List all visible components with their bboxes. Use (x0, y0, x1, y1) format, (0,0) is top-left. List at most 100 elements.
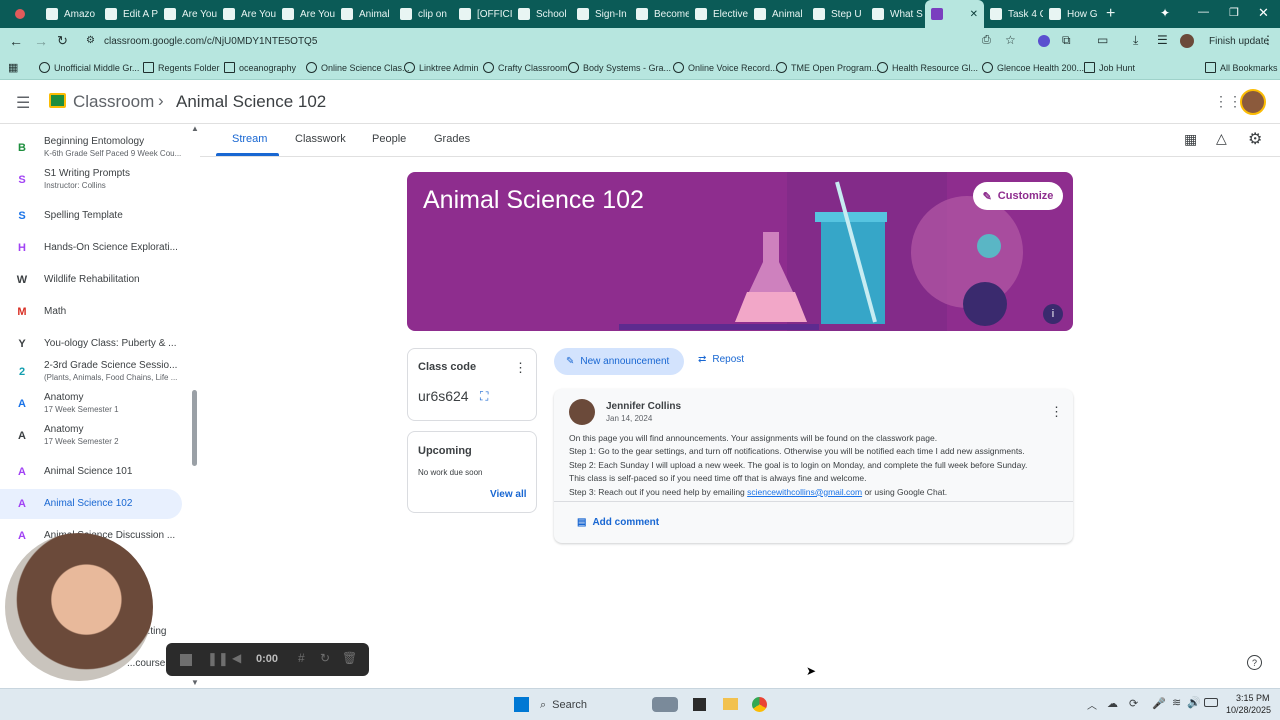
download-icon[interactable]: ⤓ (1133, 33, 1138, 48)
account-avatar[interactable] (1240, 89, 1266, 115)
bookmark-item[interactable]: Health Resource Gl... (877, 62, 978, 73)
classroom-brand[interactable]: Classroom (73, 92, 154, 112)
restore-window-button[interactable]: ❐ (1229, 6, 1239, 19)
scroll-up-icon[interactable]: ▲ (191, 124, 199, 133)
site-info-icon[interactable]: ⚙ (86, 35, 95, 46)
browser-tab[interactable]: clip on (394, 0, 453, 28)
sidebar-class-item[interactable]: W Wildlife Rehabilitation (0, 265, 182, 295)
more-options-icon[interactable]: ⋮ (514, 360, 527, 376)
sidebar-scrollbar[interactable] (192, 390, 197, 466)
bookmark-item[interactable]: Online Science Clas... (306, 62, 410, 73)
settings-gear-icon[interactable]: ⚙ (1248, 129, 1262, 149)
finish-update-button[interactable]: Finish update (1209, 36, 1269, 47)
browser-tab[interactable]: School (512, 0, 571, 28)
browser-menu-icon[interactable] (0, 0, 40, 28)
sidebar-class-item[interactable]: H Hands-On Science Explorati... (0, 233, 182, 263)
sync-icon[interactable]: ⟳ (1129, 697, 1138, 710)
sidebar-class-item[interactable]: B Beginning Entomology K-6th Grade Self Pa… (0, 133, 182, 163)
profile-avatar[interactable] (1180, 34, 1194, 48)
minimize-window-button[interactable]: — (1198, 6, 1209, 18)
browser-tab[interactable]: ✕ (925, 0, 984, 28)
reload-icon[interactable]: ↻ (57, 33, 68, 49)
bookmark-item[interactable]: Job Hunt (1084, 62, 1135, 73)
tab-grades[interactable]: Grades (434, 133, 470, 145)
tab-stream[interactable]: Stream (232, 133, 267, 145)
sidebar-class-item[interactable]: M Math (0, 297, 182, 327)
customize-button[interactable]: ✎ Customize (973, 182, 1063, 210)
url-text[interactable]: classroom.google.com/c/NjU0MDY1NTE5OTQ5 (104, 36, 317, 47)
start-windows-icon[interactable] (514, 697, 529, 712)
mute-icon[interactable]: ◀ (232, 651, 241, 665)
browser-tab[interactable]: What S (866, 0, 925, 28)
microphone-icon[interactable]: 🎤 (1152, 697, 1166, 710)
browser-tab[interactable]: Step U (807, 0, 866, 28)
scroll-down-icon[interactable]: ▼ (191, 678, 199, 687)
close-tab-icon[interactable]: ✕ (970, 9, 978, 20)
help-icon[interactable]: ? (1247, 655, 1262, 670)
bookmark-item[interactable]: All Bookmarks (1205, 62, 1278, 73)
widgets-icon[interactable] (652, 697, 678, 712)
sidebar-class-item[interactable]: Y You-ology Class: Puberty & ... (0, 329, 182, 359)
post-options-icon[interactable]: ⋮ (1050, 404, 1063, 420)
bookmark-item[interactable]: Regents Folder (143, 62, 220, 73)
bookmark-item[interactable]: oceanography (224, 62, 296, 73)
new-announcement-button[interactable]: ✎ New announcement (554, 348, 684, 375)
apps-grid-icon[interactable]: ▦ (8, 61, 18, 74)
browser-tab[interactable]: Become (630, 0, 689, 28)
bookmark-item[interactable]: Body Systems - Gra... (568, 62, 671, 73)
bookmark-star-icon[interactable]: ☆ (1005, 33, 1016, 47)
bookmark-item[interactable]: Linktree Admin (404, 62, 479, 73)
file-explorer-icon[interactable] (723, 698, 738, 710)
cast-icon[interactable]: ▭ (1097, 33, 1108, 47)
gemini-icon[interactable]: ✦ (1160, 6, 1170, 20)
add-comment-button[interactable]: ▤ Add comment (577, 517, 659, 528)
tab-people[interactable]: People (372, 133, 406, 145)
browser-tab[interactable]: Sign-In (571, 0, 630, 28)
bookmark-item[interactable]: Online Voice Record... (673, 62, 778, 73)
view-all-link[interactable]: View all (490, 489, 527, 500)
wifi-icon[interactable]: ≋ (1172, 696, 1181, 709)
tab-classwork[interactable]: Classwork (295, 133, 346, 145)
browser-tab[interactable]: Elective (689, 0, 748, 28)
forward-icon[interactable]: → (34, 33, 48, 49)
email-link[interactable]: sciencewithcollins@gmail.com (747, 487, 862, 497)
sidebar-class-item[interactable]: A Anatomy 17 Week Semester 2 (0, 421, 182, 451)
sidebar-class-item[interactable]: A Anatomy 17 Week Semester 1 (0, 389, 182, 419)
fullscreen-icon[interactable]: ⛶ (480, 389, 488, 404)
classroom-logo[interactable] (49, 93, 66, 108)
extensions-puzzle-icon[interactable]: ⧉ (1062, 33, 1071, 48)
new-tab-button[interactable]: + (1106, 5, 1115, 23)
browser-tab[interactable]: Are You (276, 0, 335, 28)
browser-tab[interactable]: Edit A P (99, 0, 158, 28)
clock-time[interactable]: 3:15 PM (1236, 693, 1270, 703)
task-view-icon[interactable] (693, 698, 706, 711)
webcam-bubble[interactable] (5, 533, 153, 681)
sidebar-class-item[interactable]: 2 2-3rd Grade Science Sessio... (Plants, A… (0, 357, 182, 387)
bookmark-item[interactable]: Unofficial Middle Gr... (39, 62, 139, 73)
sidebar-class-item[interactable]: S S1 Writing Prompts Instructor: Collins (0, 165, 182, 195)
browser-tab[interactable]: Animal (335, 0, 394, 28)
sidebar-class-item[interactable]: A Animal Science 101 (0, 457, 182, 487)
main-menu-icon[interactable]: ☰ (16, 93, 30, 113)
close-window-button[interactable]: ✕ (1258, 5, 1269, 21)
calendar-icon[interactable]: ▦ (1184, 131, 1197, 148)
info-icon[interactable]: i (1043, 304, 1063, 324)
bookmark-item[interactable]: Crafty Classroom (483, 62, 568, 73)
chrome-icon[interactable] (752, 697, 767, 712)
pause-icon[interactable]: ❚❚ (207, 651, 229, 667)
restart-icon[interactable]: ↻ (320, 651, 330, 665)
sidebar-class-item[interactable]: A Animal Science 102 (0, 489, 182, 519)
volume-icon[interactable]: 🔊 (1187, 696, 1201, 709)
drive-icon[interactable]: △ (1216, 130, 1227, 147)
taskbar-search[interactable]: ⌕ Search (540, 695, 640, 715)
show-hidden-icons[interactable]: ︿ (1087, 697, 1097, 712)
browser-tab[interactable]: How G (1043, 0, 1102, 28)
back-icon[interactable]: ← (9, 33, 23, 49)
stop-icon[interactable] (180, 654, 192, 666)
google-apps-icon[interactable]: ⋮⋮ (1214, 93, 1242, 110)
battery-icon[interactable] (1204, 698, 1218, 707)
install-app-icon[interactable]: ⎙ (982, 34, 991, 47)
address-bar[interactable]: ⚙ classroom.google.com/c/NjU0MDY1NTE5OTQ… (80, 31, 1030, 53)
extension-icon[interactable] (1038, 35, 1050, 47)
onedrive-icon[interactable]: ☁ (1107, 697, 1118, 710)
